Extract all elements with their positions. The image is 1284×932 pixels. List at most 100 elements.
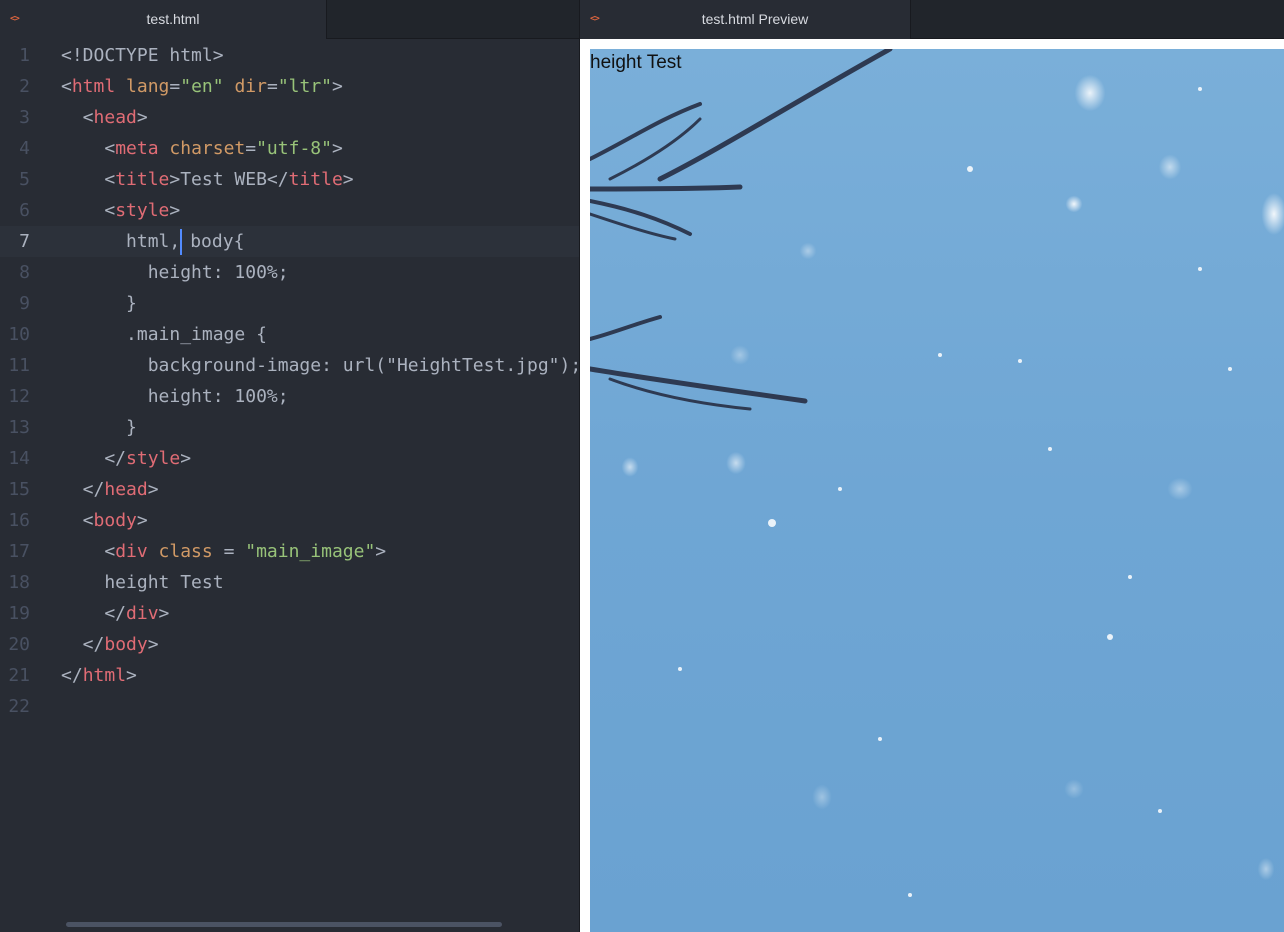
code-token: > xyxy=(180,448,192,469)
tab-title: test.html Preview xyxy=(701,11,809,27)
line-number: 16 xyxy=(8,510,30,531)
code-line[interactable]: 5 <title>Test WEB</title> xyxy=(0,164,579,195)
line-number: 11 xyxy=(8,355,30,376)
code-line[interactable]: 17 <div class = "main_image"> xyxy=(0,536,579,567)
code-token: > xyxy=(169,200,181,221)
line-number: 1 xyxy=(19,45,30,66)
tab-divider xyxy=(326,0,327,38)
code-token: > xyxy=(331,138,343,159)
code-token: height: 100%; xyxy=(61,386,289,407)
code-text: </head> xyxy=(61,474,159,505)
code-text: </div> xyxy=(61,598,169,629)
code-token: = xyxy=(212,541,246,562)
code-text: <style> xyxy=(61,195,180,226)
editor-tab-bar: <> test.html xyxy=(0,0,579,39)
code-token: > xyxy=(375,541,387,562)
line-number: 3 xyxy=(19,107,30,128)
code-token: = xyxy=(245,138,257,159)
code-line[interactable]: 6 <style> xyxy=(0,195,579,226)
code-line[interactable]: 21 </html> xyxy=(0,660,579,691)
code-token: dir xyxy=(234,76,267,97)
line-number: 6 xyxy=(19,200,30,221)
preview-pane[interactable]: <> test.html Preview height Test xyxy=(580,0,1284,932)
code-token: > xyxy=(342,169,354,190)
line-number: 10 xyxy=(8,324,30,345)
code-token: < xyxy=(61,76,72,97)
code-text: <meta charset="utf-8"> xyxy=(61,133,343,164)
code-text: <title>Test WEB</title> xyxy=(61,164,354,195)
code-token: = xyxy=(169,76,181,97)
editor-pane[interactable]: <> test.html 1 <!DOCTYPE html> 2 <html lang… xyxy=(0,0,579,932)
pine-branch-image xyxy=(590,49,1232,897)
code-line[interactable]: 12 height: 100%; xyxy=(0,381,579,412)
line-number: 22 xyxy=(8,696,30,717)
line-number: 20 xyxy=(8,634,30,655)
code-token: "utf-8" xyxy=(256,138,332,159)
code-line[interactable]: 16 <body> xyxy=(0,505,579,536)
code-file-icon: <> xyxy=(10,14,20,24)
code-line[interactable]: 8 height: 100%; xyxy=(0,257,579,288)
tab-title: test.html xyxy=(146,11,200,27)
code-token: > xyxy=(136,510,148,531)
code-text: <body> xyxy=(61,505,148,536)
code-token: >Test WEB</ xyxy=(169,169,289,190)
tab-test-html[interactable]: <> test.html xyxy=(0,0,326,39)
code-token: </ xyxy=(61,634,105,655)
code-line[interactable]: 1 <!DOCTYPE html> xyxy=(0,40,579,71)
line-number: 8 xyxy=(19,262,30,283)
code-token: </ xyxy=(61,448,127,469)
tab-test-html-preview[interactable]: <> test.html Preview xyxy=(580,0,910,39)
code-line[interactable]: 18 height Test xyxy=(0,567,579,598)
code-text: height: 100%; xyxy=(61,257,289,288)
code-token: </ xyxy=(61,665,83,686)
code-token: < xyxy=(61,107,94,128)
code-token: class xyxy=(158,541,213,562)
code-token: "ltr" xyxy=(277,76,332,97)
code-token: > xyxy=(332,76,343,97)
code-token: .main_image { xyxy=(61,324,267,345)
code-token: < xyxy=(61,169,116,190)
line-number: 15 xyxy=(8,479,30,500)
code-line[interactable]: 3 <head> xyxy=(0,102,579,133)
code-text: background-image: url("HeightTest.jpg"); xyxy=(61,350,579,381)
code-line[interactable]: 19 </div> xyxy=(0,598,579,629)
code-token: html, xyxy=(61,231,181,252)
tab-divider xyxy=(910,0,911,38)
code-line[interactable]: 20 </body> xyxy=(0,629,579,660)
code-line[interactable]: 22 xyxy=(0,691,579,722)
code-token: head xyxy=(93,107,137,128)
code-token: < xyxy=(61,138,116,159)
horizontal-scrollbar[interactable] xyxy=(66,922,502,927)
code-line[interactable]: 10 .main_image { xyxy=(0,319,579,350)
code-line[interactable]: 15 </head> xyxy=(0,474,579,505)
code-token: = xyxy=(266,76,278,97)
code-line[interactable]: 2 <html lang="en" dir="ltr"> xyxy=(0,71,579,102)
code-line[interactable]: 9 } xyxy=(0,288,579,319)
code-token: body xyxy=(104,634,148,655)
code-editor[interactable]: 1 <!DOCTYPE html> 2 <html lang="en" dir="lt… xyxy=(0,39,579,932)
code-token: html xyxy=(82,665,127,686)
code-token: background-image: url("HeightTest.jpg"); xyxy=(61,355,579,376)
code-line[interactable]: 7 html, body{ xyxy=(0,226,579,257)
line-number: 12 xyxy=(8,386,30,407)
code-token: title xyxy=(288,169,343,190)
code-line[interactable]: 4 <meta charset="utf-8"> xyxy=(0,133,579,164)
code-line[interactable]: 14 </style> xyxy=(0,443,579,474)
code-token: > xyxy=(158,603,170,624)
code-text: </body> xyxy=(61,629,159,660)
code-token: <!DOCTYPE html> xyxy=(61,45,224,66)
code-token: head xyxy=(104,479,148,500)
code-line[interactable]: 13 } xyxy=(0,412,579,443)
code-line[interactable]: 11 background-image: url("HeightTest.jpg… xyxy=(0,350,579,381)
code-token: } xyxy=(61,293,137,314)
code-token: < xyxy=(61,541,116,562)
code-token: lang xyxy=(126,76,170,97)
code-text: height Test xyxy=(61,567,223,598)
code-text: </html> xyxy=(61,660,137,691)
code-token: title xyxy=(115,169,170,190)
line-number: 19 xyxy=(8,603,30,624)
line-number: 14 xyxy=(8,448,30,469)
